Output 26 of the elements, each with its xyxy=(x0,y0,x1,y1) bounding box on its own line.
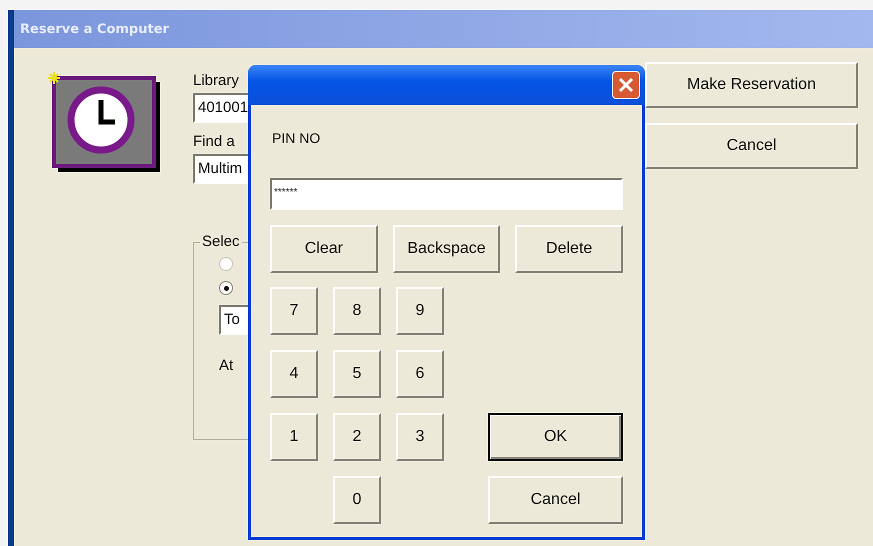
find-label: Find a xyxy=(193,133,235,150)
pin-field[interactable]: ****** xyxy=(270,178,623,210)
digit-key[interactable]: 1 xyxy=(270,413,318,461)
window-title: Reserve a Computer xyxy=(20,22,169,36)
ok-button[interactable]: OK xyxy=(488,413,623,461)
close-button[interactable] xyxy=(612,71,640,99)
keypad-button[interactable]: Delete xyxy=(515,225,624,273)
radio-button[interactable] xyxy=(219,281,233,295)
make-reservation-button[interactable]: Make Reservation xyxy=(645,62,858,108)
keypad-button[interactable]: Clear xyxy=(270,225,378,273)
digit-key[interactable]: 3 xyxy=(396,413,444,461)
digit-key[interactable]: 4 xyxy=(270,350,318,398)
digit-key[interactable]: 6 xyxy=(396,350,444,398)
digit-key[interactable]: 2 xyxy=(333,413,381,461)
at-label: At xyxy=(219,357,234,374)
digit-key[interactable]: 8 xyxy=(333,287,381,335)
close-icon xyxy=(618,77,634,93)
digit-key[interactable]: 9 xyxy=(396,287,444,335)
digit-key[interactable]: 0 xyxy=(333,476,381,524)
pin-label: PIN NO xyxy=(272,130,320,146)
library-label: Library xyxy=(193,72,239,89)
keypad-button[interactable]: Backspace xyxy=(392,225,500,273)
digit-key[interactable]: 5 xyxy=(333,350,381,398)
digit-key[interactable]: 7 xyxy=(270,287,318,335)
cancel-button[interactable]: Cancel xyxy=(645,123,858,169)
cancel-button[interactable]: Cancel xyxy=(488,476,623,524)
